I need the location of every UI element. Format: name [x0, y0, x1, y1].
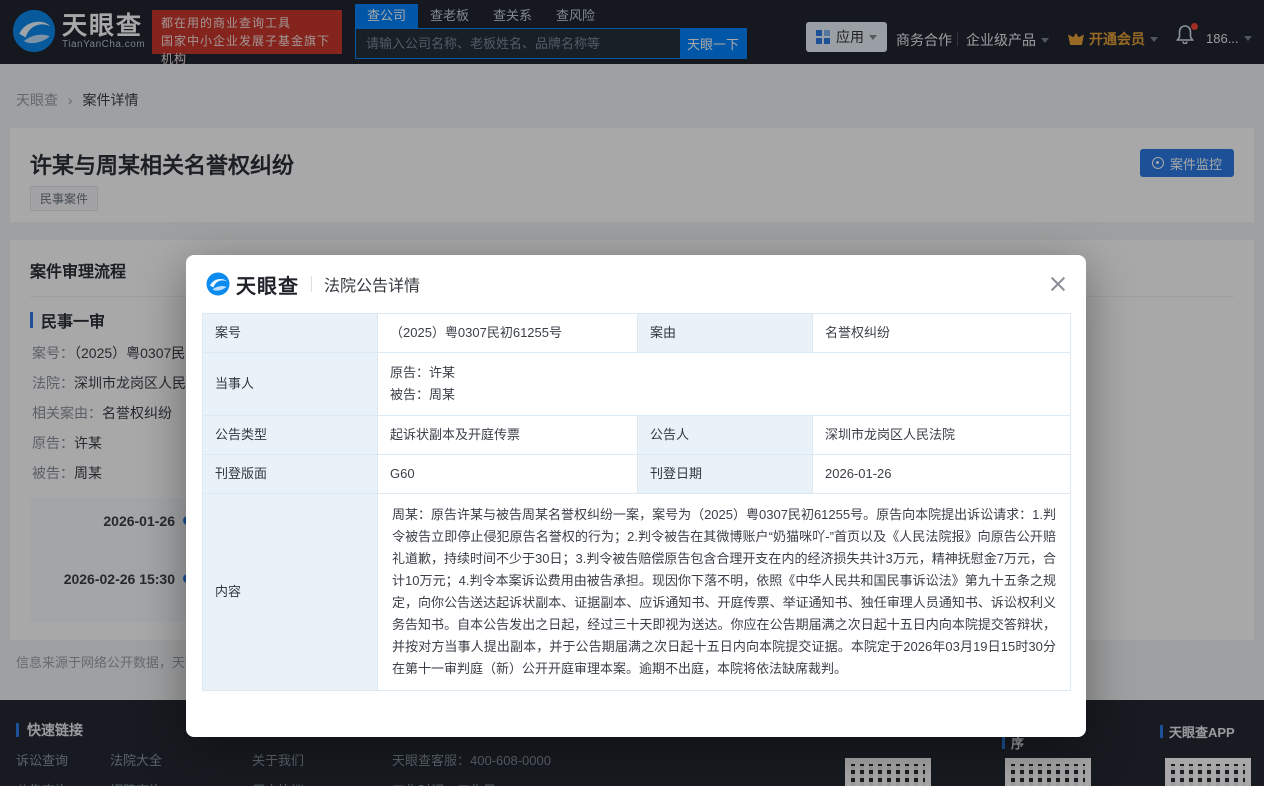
table-row: 当事人 原告：许某 被告：周某: [203, 353, 1071, 416]
table-row: 案号 （2025）粤0307民初61255号 案由 名誉权纠纷: [203, 314, 1071, 353]
party-label: 当事人: [203, 353, 378, 416]
party-value: 原告：许某 被告：周某: [378, 353, 1071, 416]
announcement-type-value: 起诉状副本及开庭传票: [378, 416, 638, 455]
close-icon[interactable]: [1048, 274, 1068, 294]
publication-date-value: 2026-01-26: [813, 455, 1071, 494]
modal-header: 天眼查 法院公告详情: [186, 255, 1086, 313]
announcement-type-label: 公告类型: [203, 416, 378, 455]
content-label: 内容: [203, 494, 378, 691]
publication-page-value: G60: [378, 455, 638, 494]
table-row: 公告类型 起诉状副本及开庭传票 公告人 深圳市龙岗区人民法院: [203, 416, 1071, 455]
modal-title: 法院公告详情: [324, 272, 420, 296]
publication-page-label: 刊登版面: [203, 455, 378, 494]
announcer-label: 公告人: [638, 416, 813, 455]
court-announcement-modal: 天眼查 法院公告详情 案号 （2025）粤0307民初61255号 案由 名誉权…: [186, 255, 1086, 737]
tianyancha-case-detail-page: 天眼查 TianYanCha.com 都在用的商业查询工具 国家中小企业发展子基…: [0, 0, 1264, 786]
announcement-content: 周某：原告许某与被告周某名誉权纠纷一案，案号为（2025）粤0307民初6125…: [378, 494, 1071, 691]
modal-brand-name: 天眼查: [236, 270, 299, 299]
announcer-value: 深圳市龙岗区人民法院: [813, 416, 1071, 455]
publication-date-label: 刊登日期: [638, 455, 813, 494]
cause-label: 案由: [638, 314, 813, 353]
table-row: 刊登版面 G60 刊登日期 2026-01-26: [203, 455, 1071, 494]
plaintiff-line: 原告：许某: [390, 362, 1058, 384]
modal-title-divider: [311, 276, 312, 292]
case-number-label: 案号: [203, 314, 378, 353]
cause-value: 名誉权纠纷: [813, 314, 1071, 353]
brand-swirl-icon: [206, 272, 230, 296]
table-row: 内容 周某：原告许某与被告周某名誉权纠纷一案，案号为（2025）粤0307民初6…: [203, 494, 1071, 691]
announcement-detail-table: 案号 （2025）粤0307民初61255号 案由 名誉权纠纷 当事人 原告：许…: [202, 313, 1071, 691]
case-number-value: （2025）粤0307民初61255号: [378, 314, 638, 353]
defendant-line: 被告：周某: [390, 384, 1058, 406]
